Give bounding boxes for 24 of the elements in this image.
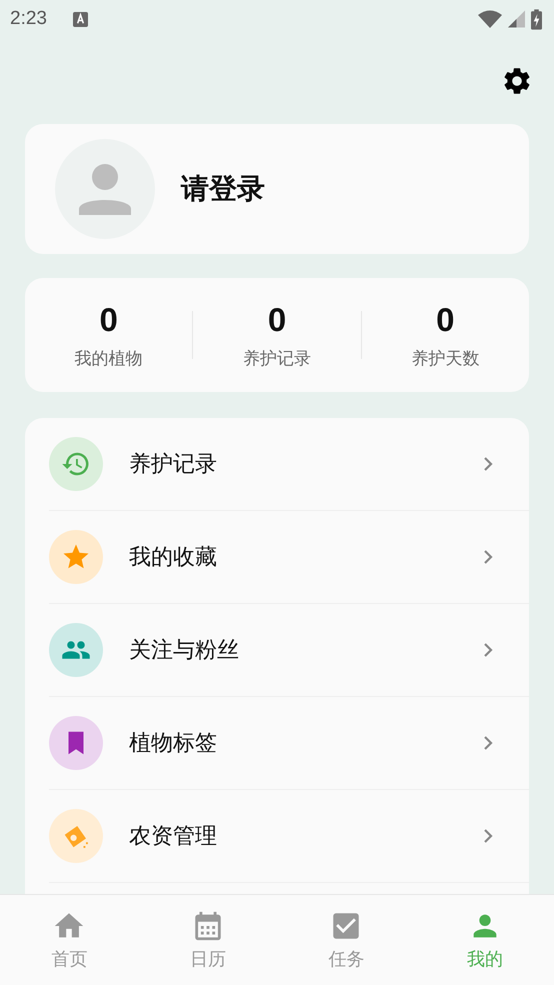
profile-card[interactable]: 请登录 [25,124,529,254]
stat-value: 0 [436,300,454,338]
chevron-icon [483,735,493,751]
menu-item[interactable]: 关注与粉丝 [49,604,529,697]
login-prompt[interactable]: 请登录 [181,170,265,208]
chevron-icon [483,642,493,658]
battery-icon [531,8,542,30]
stat-value: 0 [268,300,286,338]
avatar-icon [55,139,155,239]
wifi-icon [478,10,502,28]
menu-item[interactable]: 养护记录 [49,418,529,511]
chevron-icon [483,828,493,844]
chevron-icon [483,456,493,472]
menu-item[interactable]: 植物标签 [49,697,529,790]
stat-label: 养护记录 [242,348,311,370]
stat-label: 我的植物 [74,348,143,370]
menu-item[interactable]: 我的收藏 [49,511,529,604]
status-time: 2:23 [10,8,47,30]
menu-item[interactable]: 农资管理 [49,790,529,883]
stat-label: 养护天数 [411,348,480,370]
signal-icon [508,10,525,28]
keyboard-icon [72,12,88,26]
chevron-icon [483,549,493,565]
stat-value: 0 [99,300,118,338]
